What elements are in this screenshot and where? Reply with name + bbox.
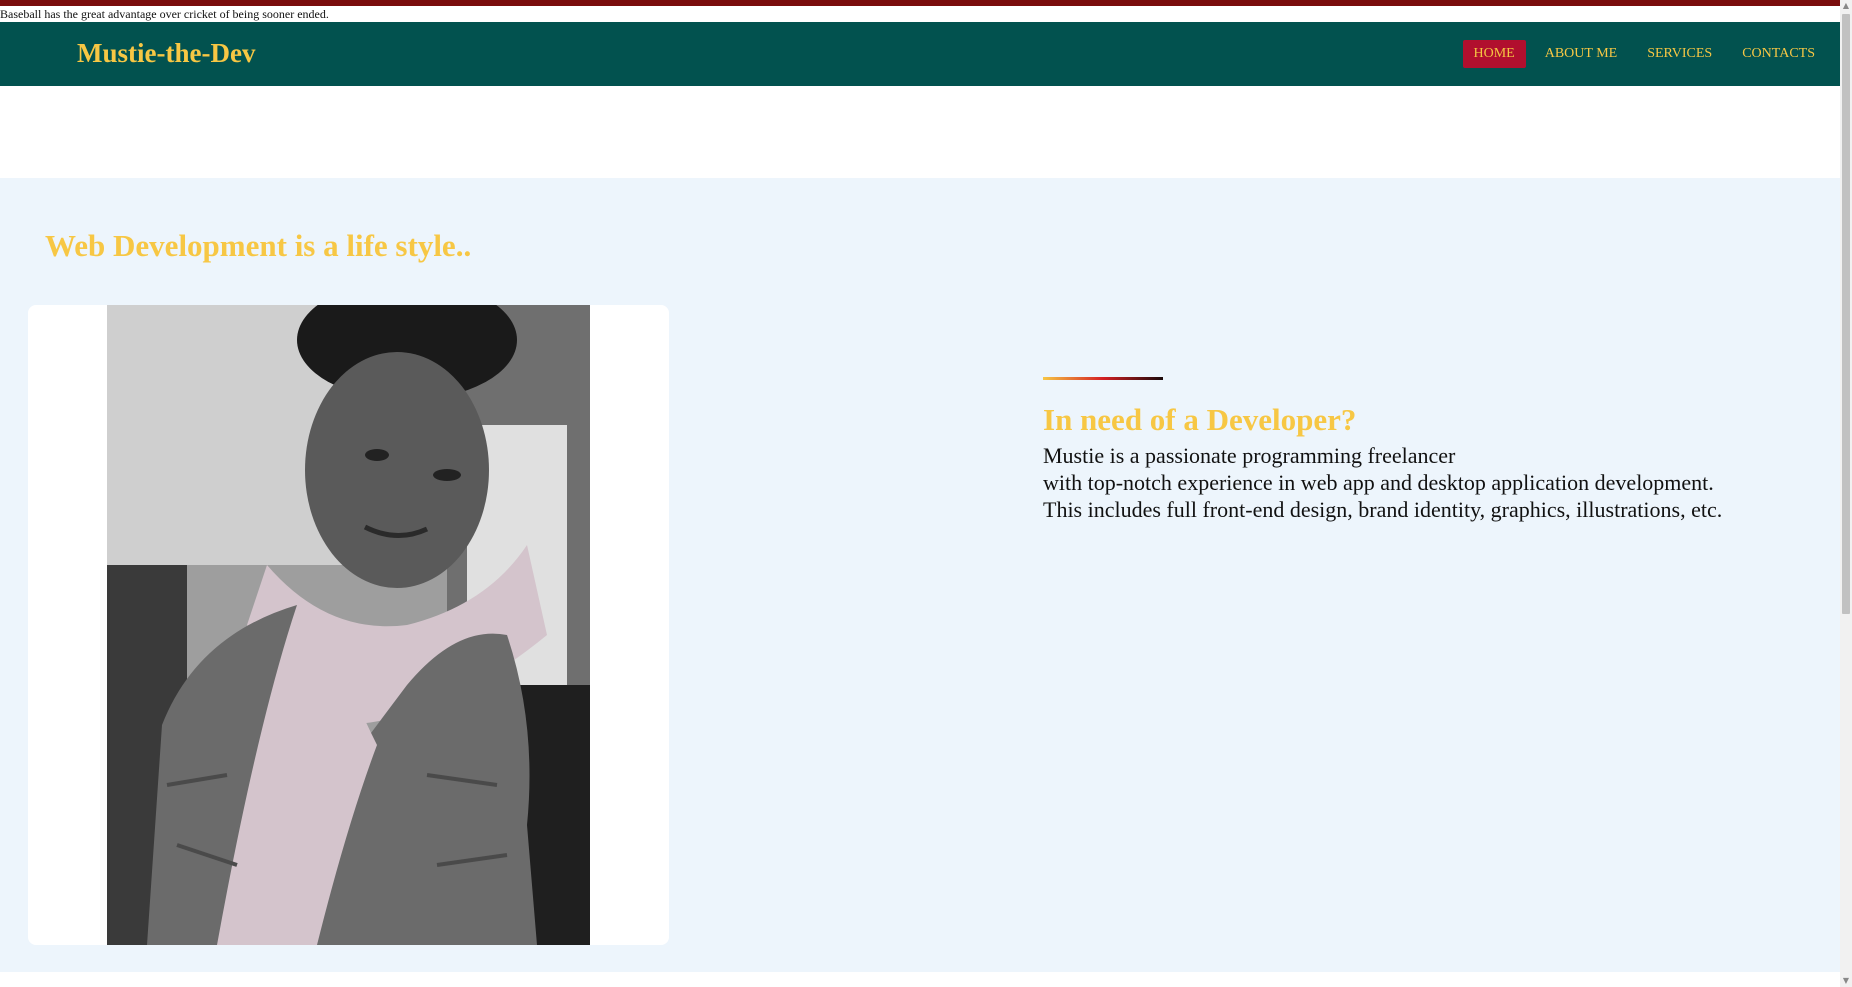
- scrollbar-thumb[interactable]: [1842, 14, 1850, 614]
- triangle-down-icon[interactable]: ▼: [1840, 975, 1852, 987]
- intro-line: Mustie is a passionate programming freel…: [1043, 443, 1456, 468]
- brand-logo[interactable]: Mustie-the-Dev: [77, 38, 255, 69]
- hero-section: Web Development is a life style.. In nee…: [0, 178, 1840, 972]
- nav-menu: HOME ABOUT ME SERVICES CONTACTS: [1462, 40, 1827, 68]
- hero-tagline: Web Development is a life style..: [45, 228, 472, 263]
- navbar: Mustie-the-Dev HOME ABOUT ME SERVICES CO…: [0, 22, 1840, 86]
- profile-photo: [107, 305, 590, 945]
- vertical-scrollbar[interactable]: ▲ ▼: [1840, 0, 1852, 987]
- intro-heading: In need of a Developer?: [1043, 402, 1357, 437]
- nav-link-about-me[interactable]: ABOUT ME: [1534, 40, 1628, 68]
- nav-link-contacts[interactable]: CONTACTS: [1731, 40, 1826, 68]
- quote-banner: Baseball has the great advantage over cr…: [0, 7, 329, 21]
- intro-paragraph: Mustie is a passionate programming freel…: [1043, 442, 1833, 523]
- intro-line: with top-notch experience in web app and…: [1043, 470, 1714, 495]
- profile-photo-card: [28, 305, 669, 945]
- accent-divider: [1043, 377, 1163, 380]
- nav-link-home[interactable]: HOME: [1462, 40, 1526, 68]
- nav-link-services[interactable]: SERVICES: [1636, 40, 1723, 68]
- triangle-up-icon[interactable]: ▲: [1840, 0, 1852, 12]
- intro-line: This includes full front-end design, bra…: [1043, 497, 1723, 522]
